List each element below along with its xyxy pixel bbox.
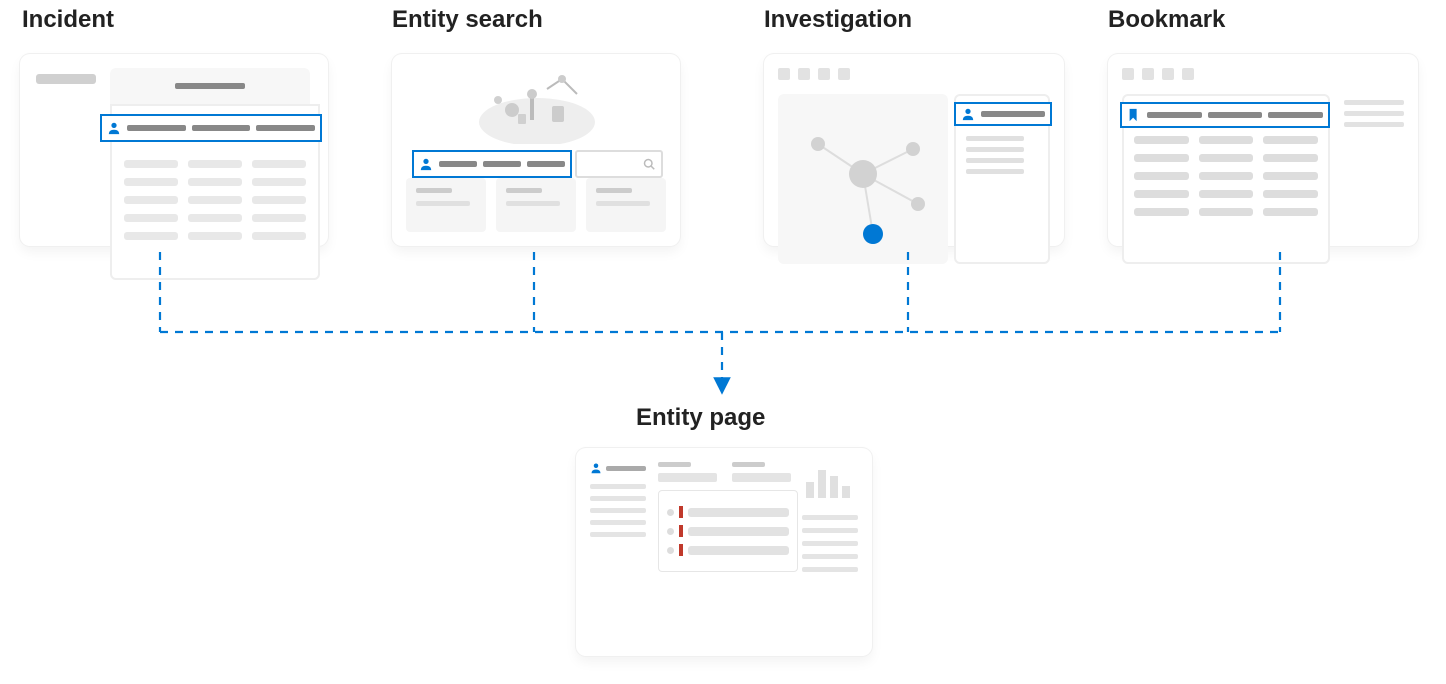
alert-row (667, 525, 789, 537)
side-info (1344, 94, 1404, 133)
user-icon (961, 107, 975, 121)
source-label-bookmark: Bookmark (1108, 6, 1225, 34)
entity-page-thumbnail (576, 448, 872, 656)
entity-link-incident[interactable] (100, 114, 322, 142)
panel-header (110, 68, 310, 104)
user-icon (107, 121, 121, 135)
user-icon (590, 462, 602, 474)
alert-row (667, 506, 789, 518)
entity-right-col (802, 462, 858, 580)
entity-link-investigation[interactable] (954, 102, 1052, 126)
search-input-placeholder[interactable] (575, 150, 663, 178)
source-label-entity-search: Entity search (392, 6, 543, 34)
bookmark-icon (1127, 108, 1141, 122)
investigation-thumbnail (764, 54, 1064, 246)
entity-link-search[interactable] (412, 150, 572, 178)
source-label-incident: Incident (22, 6, 114, 34)
magnifier-icon (643, 158, 655, 170)
alert-row (667, 544, 789, 556)
entity-middle-col (658, 462, 798, 572)
search-illustration-icon (462, 64, 612, 144)
incident-thumbnail (20, 54, 328, 246)
graph-canvas (778, 94, 948, 264)
bar-chart-icon (802, 462, 858, 502)
entity-left-col (590, 462, 646, 544)
result-cards (406, 178, 666, 232)
sidebar-placeholder (36, 74, 96, 84)
entity-link-bookmark[interactable] (1120, 102, 1330, 128)
bookmark-thumbnail (1108, 54, 1418, 246)
user-icon (419, 157, 433, 171)
entity-search-thumbnail (392, 54, 680, 246)
network-graph-icon (778, 94, 948, 264)
window-chrome-icons (1122, 68, 1194, 80)
alerts-list (658, 490, 798, 572)
source-label-investigation: Investigation (764, 6, 912, 34)
target-label-entity-page: Entity page (636, 404, 765, 432)
window-chrome-icons (778, 68, 850, 80)
